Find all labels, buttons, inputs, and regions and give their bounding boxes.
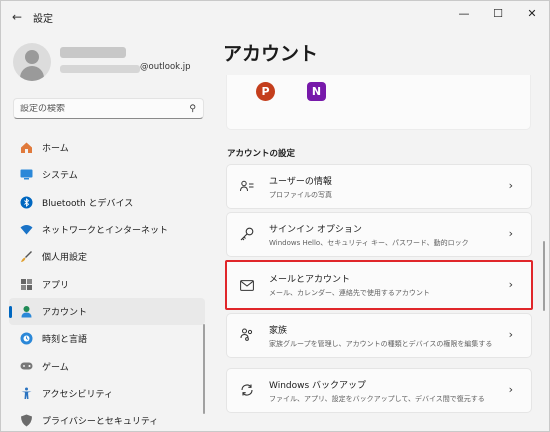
gamepad-icon <box>19 359 33 373</box>
maximize-button[interactable]: ☐ <box>481 1 515 25</box>
sync-icon <box>239 382 255 398</box>
profile-header: @outlook.jp <box>13 43 213 83</box>
sidebar-item-label: アクセシビリティ <box>42 389 114 400</box>
accessibility-icon <box>19 386 33 400</box>
sidebar-item-privacy[interactable]: プライバシーとセキュリティ <box>9 407 205 432</box>
card-title: メールとアカウント <box>269 275 351 285</box>
sidebar-item-home[interactable]: ホーム <box>9 134 205 161</box>
bluetooth-icon <box>19 195 33 209</box>
key-icon <box>239 226 255 242</box>
close-icon: ✕ <box>527 6 537 20</box>
sidebar-item-personalization[interactable]: 個人用設定 <box>9 243 205 270</box>
sidebar-item-accessibility[interactable]: アクセシビリティ <box>9 380 205 407</box>
card-your-info[interactable]: ユーザーの情報 プロファイルの写真 › <box>226 164 532 209</box>
sidebar-nav: ホーム システム Bluetooth とデバイス ネットワークとインターネット … <box>9 134 205 432</box>
search-icon[interactable]: ⚲ <box>189 104 196 114</box>
avatar-body-icon <box>20 66 44 81</box>
card-sign-in-options[interactable]: サインイン オプション Windows Hello、セキュリティ キー、パスワー… <box>226 212 532 257</box>
home-icon <box>19 141 33 155</box>
profile-name-redacted <box>60 47 126 58</box>
chevron-right-icon: › <box>508 179 513 192</box>
card-family[interactable]: 家族 家族グループを管理し、アカウントの種類とデバイスの権限を編集する › <box>226 313 532 358</box>
sidebar-item-label: Bluetooth とデバイス <box>42 198 134 209</box>
sidebar-scrollbar[interactable] <box>203 324 205 414</box>
shield-icon <box>19 414 33 428</box>
sidebar-item-label: ネットワークとインターネット <box>42 226 169 237</box>
minimize-button[interactable]: — <box>447 1 481 25</box>
chevron-right-icon: › <box>508 278 513 291</box>
monitor-icon <box>19 168 33 182</box>
search-input[interactable] <box>20 103 180 114</box>
card-email-accounts[interactable]: メールとアカウント メール、カレンダー、連絡先で使用するアカウント › <box>225 260 533 310</box>
user-info-icon <box>239 178 255 194</box>
search-box[interactable]: ⚲ <box>13 98 204 119</box>
sidebar-item-label: ゲーム <box>42 362 69 373</box>
sidebar-item-network[interactable]: ネットワークとインターネット <box>9 216 205 243</box>
card-subtitle: Windows Hello、セキュリティ キー、パスワード、動的ロック <box>269 239 469 247</box>
person-icon <box>19 304 33 318</box>
app-title: 設定 <box>33 13 53 25</box>
chevron-right-icon: › <box>508 383 513 396</box>
globe-clock-icon <box>19 332 33 346</box>
sidebar-item-time-language[interactable]: 時刻と言語 <box>9 325 205 352</box>
wifi-icon <box>19 223 33 237</box>
family-icon <box>239 327 255 343</box>
arrow-left-icon: ← <box>11 10 23 24</box>
card-subtitle: ファイル、アプリ、設定をバックアップして、デバイス間で復元する <box>269 395 485 403</box>
section-heading: アカウントの設定 <box>227 149 296 159</box>
sidebar-item-label: アプリ <box>42 280 70 291</box>
card-title: サインイン オプション <box>269 225 362 235</box>
sidebar-item-label: 個人用設定 <box>42 253 88 264</box>
title-bar: ← 設定 — ☐ ✕ <box>1 1 549 33</box>
sidebar-item-label: プライバシーとセキュリティ <box>42 417 159 428</box>
card-windows-backup[interactable]: Windows バックアップ ファイル、アプリ、設定をバックアップして、デバイス… <box>226 368 532 413</box>
sidebar-item-label: アカウント <box>42 307 88 318</box>
apps-icon <box>19 277 33 291</box>
sidebar-item-label: 時刻と言語 <box>42 335 88 346</box>
card-subtitle: プロファイルの写真 <box>269 191 332 199</box>
chevron-right-icon: › <box>508 328 513 341</box>
sidebar-item-accounts[interactable]: アカウント <box>9 297 205 326</box>
sidebar-item-system[interactable]: システム <box>9 161 205 188</box>
card-title: ユーザーの情報 <box>269 177 332 187</box>
card-title: Windows バックアップ <box>269 381 367 391</box>
window-controls: — ☐ ✕ <box>447 1 549 25</box>
powerpoint-icon[interactable]: P <box>256 82 275 101</box>
profile-email-domain: @outlook.jp <box>140 62 191 72</box>
close-button[interactable]: ✕ <box>515 1 549 25</box>
card-subtitle: メール、カレンダー、連絡先で使用するアカウント <box>269 289 430 297</box>
sidebar-item-label: ホーム <box>42 144 69 155</box>
onenote-icon[interactable]: N <box>307 82 326 101</box>
minimize-icon: — <box>458 6 470 20</box>
avatar-head-icon <box>25 50 39 64</box>
card-subtitle: 家族グループを管理し、アカウントの種類とデバイスの権限を編集する <box>269 340 493 348</box>
active-indicator <box>9 305 12 318</box>
back-button[interactable]: ← <box>1 1 33 33</box>
profile-email-redacted <box>60 65 140 73</box>
page-title: アカウント <box>223 43 319 65</box>
maximize-icon: ☐ <box>493 6 503 20</box>
card-title: 家族 <box>269 326 288 336</box>
sidebar-item-gaming[interactable]: ゲーム <box>9 352 205 379</box>
mail-icon <box>239 277 255 293</box>
sidebar-item-label: システム <box>42 171 78 182</box>
brush-icon <box>19 250 33 264</box>
chevron-right-icon: › <box>508 227 513 240</box>
main-scrollbar[interactable] <box>543 241 545 311</box>
microsoft-apps-card: P N <box>226 75 531 130</box>
sidebar-item-apps[interactable]: アプリ <box>9 270 205 297</box>
sidebar-item-bluetooth[interactable]: Bluetooth とデバイス <box>9 189 205 216</box>
avatar[interactable] <box>13 43 51 81</box>
